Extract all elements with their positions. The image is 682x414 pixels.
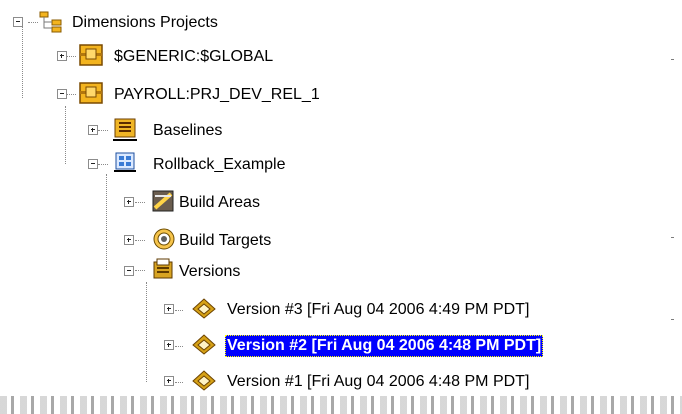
expand-toggle[interactable] bbox=[164, 340, 174, 350]
tree-node-label: Versions bbox=[179, 263, 241, 280]
tree-node-payroll[interactable]: PAYROLL:PRJ_DEV_REL_1 bbox=[0, 80, 420, 110]
edge-mark bbox=[671, 237, 674, 238]
tree-node-label: Build Targets bbox=[179, 232, 272, 249]
tree-node-version-3[interactable]: Version #3 [Fri Aug 04 2006 4:49 PM PDT] bbox=[0, 295, 682, 325]
version-icon bbox=[191, 295, 216, 321]
tree-node-rollback-example[interactable]: Rollback_Example bbox=[0, 150, 330, 180]
tree-node-build-targets[interactable]: Build Targets bbox=[0, 226, 360, 256]
dimensions-project-tree: Dimensions Projects $GENERIC:$GLOBAL PAY… bbox=[0, 0, 682, 414]
build-areas-icon bbox=[151, 188, 175, 214]
collapse-toggle[interactable] bbox=[57, 89, 67, 99]
collapse-toggle[interactable] bbox=[88, 159, 98, 169]
expand-toggle[interactable] bbox=[124, 197, 134, 207]
build-project-icon bbox=[112, 150, 136, 176]
project-folder-icon bbox=[78, 42, 103, 68]
tree-node-baselines[interactable]: Baselines bbox=[0, 116, 280, 146]
versions-icon bbox=[151, 257, 175, 283]
tree-node-version-2[interactable]: Version #2 [Fri Aug 04 2006 4:48 PM PDT] bbox=[0, 331, 682, 361]
baselines-icon bbox=[112, 116, 137, 142]
tree-node-label: Rollback_Example bbox=[153, 156, 286, 173]
expand-toggle[interactable] bbox=[57, 51, 67, 61]
expand-toggle[interactable] bbox=[88, 125, 98, 135]
expand-toggle[interactable] bbox=[164, 304, 174, 314]
tree-node-label: Version #3 [Fri Aug 04 2006 4:49 PM PDT] bbox=[227, 301, 530, 318]
expand-toggle[interactable] bbox=[124, 235, 134, 245]
tree-node-version-1[interactable]: Version #1 [Fri Aug 04 2006 4:48 PM PDT] bbox=[0, 367, 682, 397]
tree-node-build-areas[interactable]: Build Areas bbox=[0, 188, 330, 218]
tree-node-label: Dimensions Projects bbox=[72, 14, 218, 31]
project-tree-root-icon bbox=[38, 8, 62, 34]
tree-node-versions[interactable]: Versions bbox=[0, 257, 320, 287]
project-folder-icon bbox=[78, 80, 103, 106]
tree-node-label: Version #1 [Fri Aug 04 2006 4:48 PM PDT] bbox=[227, 373, 530, 390]
version-icon bbox=[191, 367, 216, 393]
edge-mark bbox=[671, 319, 674, 320]
collapse-toggle[interactable] bbox=[13, 17, 23, 27]
build-targets-icon bbox=[151, 226, 175, 252]
selected-tree-node-label: Version #2 [Fri Aug 04 2006 4:48 PM PDT] bbox=[225, 335, 544, 357]
expand-toggle[interactable] bbox=[164, 376, 174, 386]
tree-node-dimensions-projects[interactable]: Dimensions Projects bbox=[0, 8, 300, 38]
tree-node-label: $GENERIC:$GLOBAL bbox=[114, 48, 274, 65]
tree-node-generic-global[interactable]: $GENERIC:$GLOBAL bbox=[0, 42, 360, 72]
version-icon bbox=[191, 331, 216, 357]
collapse-toggle[interactable] bbox=[124, 266, 134, 276]
tree-node-label: Baselines bbox=[153, 122, 223, 139]
tree-node-label: PAYROLL:PRJ_DEV_REL_1 bbox=[114, 86, 320, 103]
tree-node-label: Build Areas bbox=[179, 194, 260, 211]
cropped-bottom-strip bbox=[0, 396, 682, 414]
edge-mark bbox=[671, 59, 674, 60]
